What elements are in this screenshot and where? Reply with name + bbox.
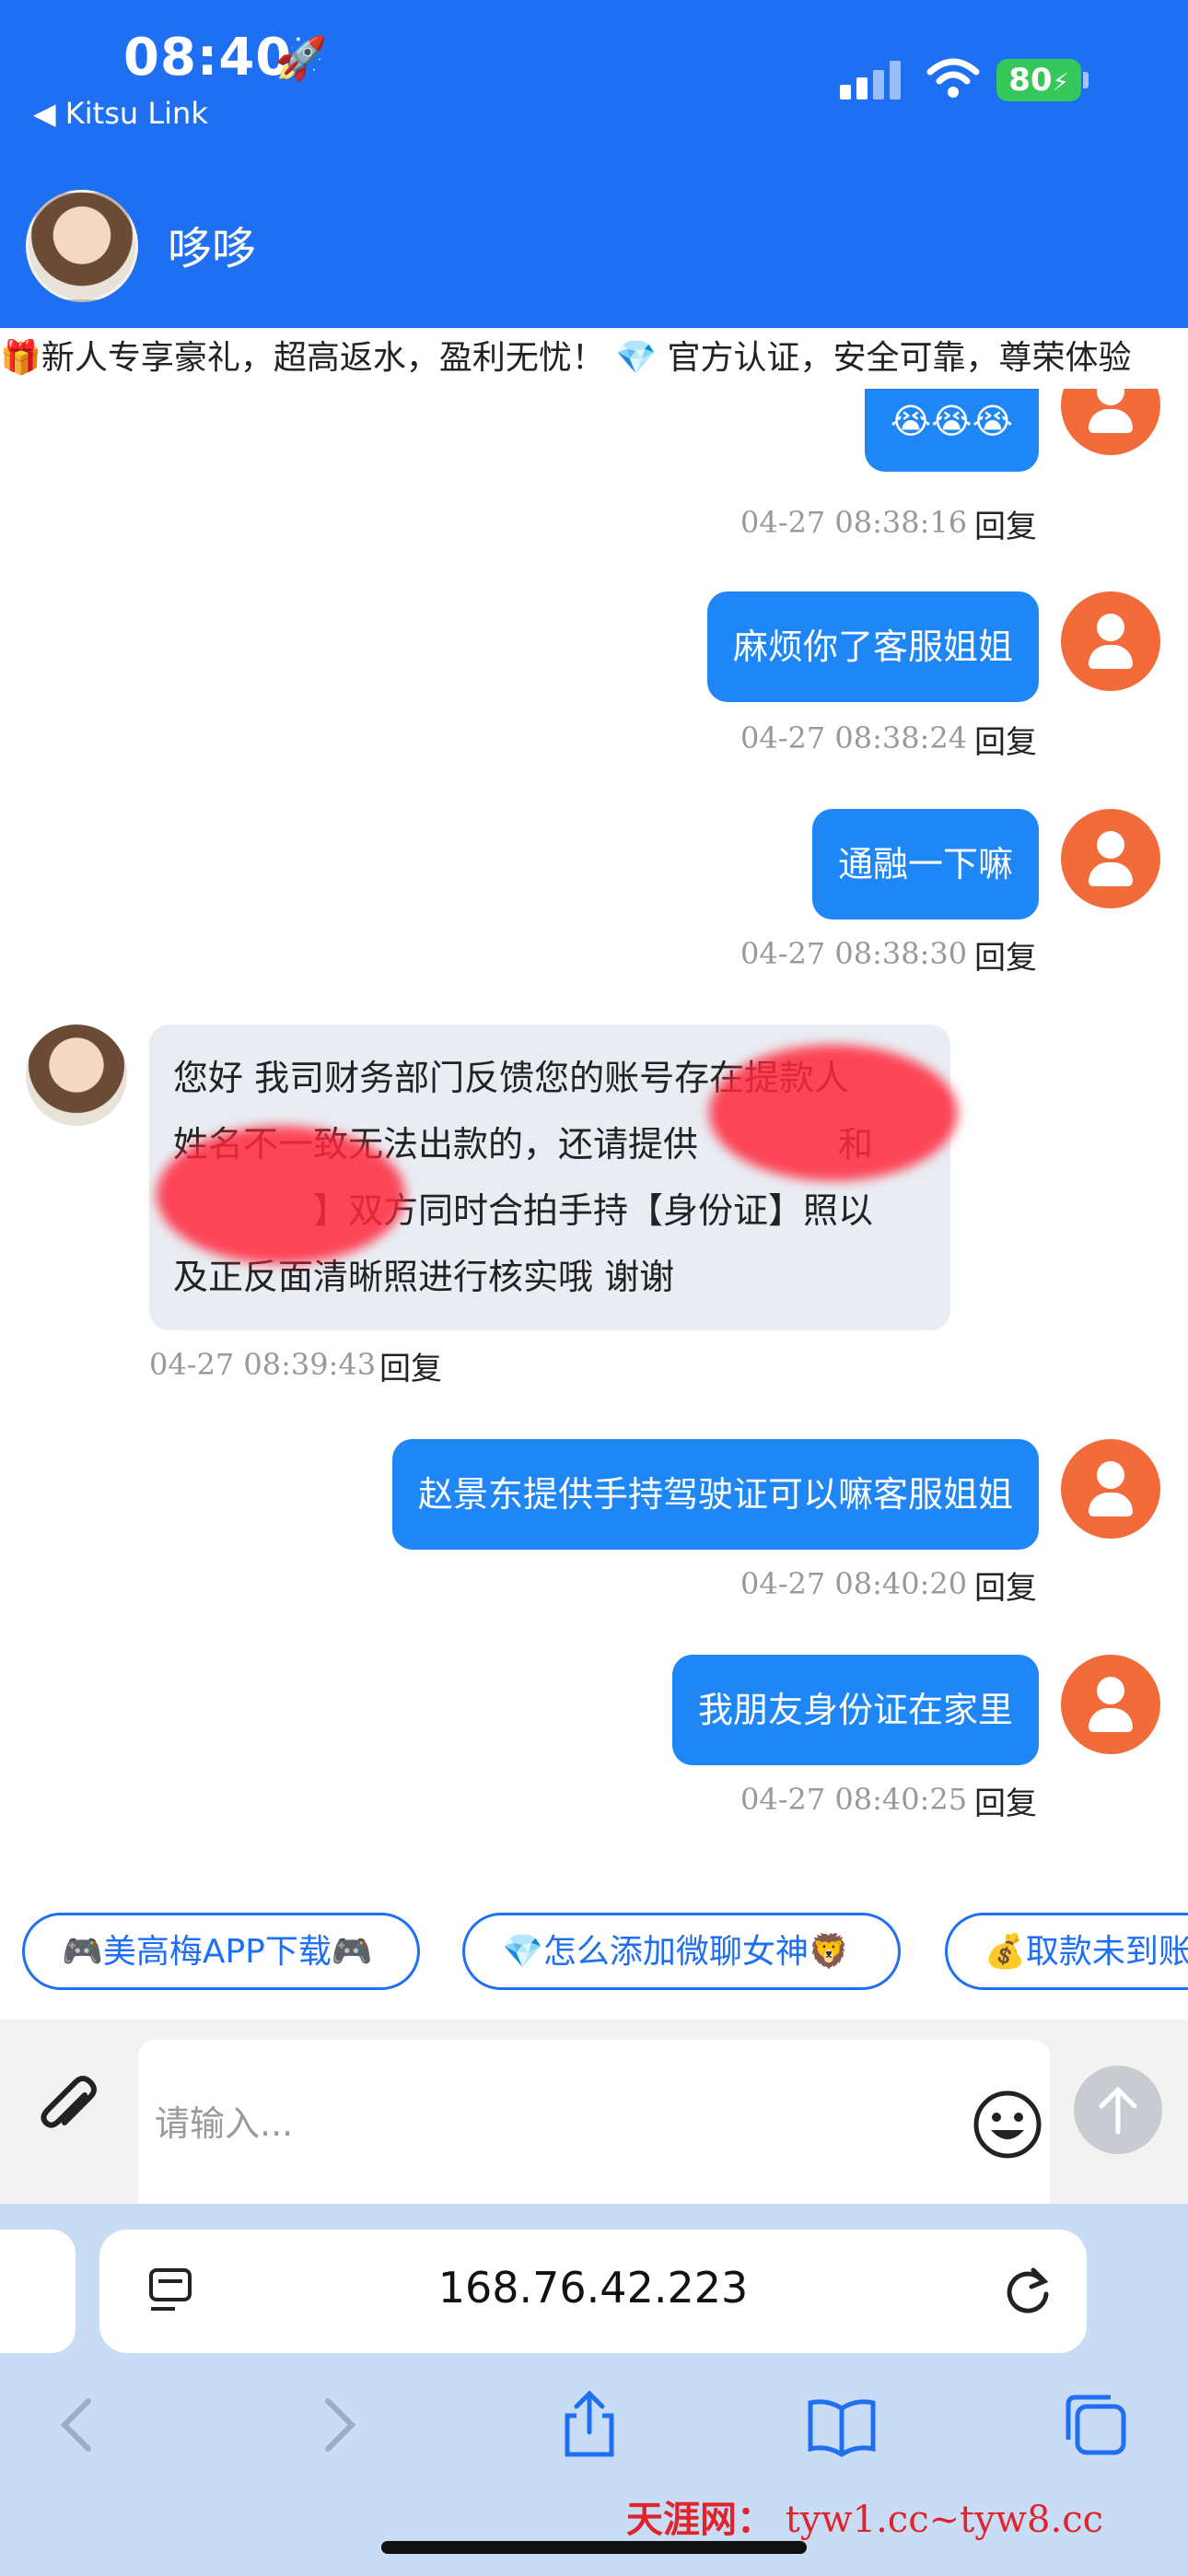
user-avatar-icon (1061, 389, 1160, 455)
message-composer (0, 2020, 1188, 2220)
message-text: 通融一下嘛 (837, 844, 1013, 884)
home-indicator[interactable] (381, 2541, 807, 2554)
watermark: 天涯网： tyw1.cc~tyw8.cc (626, 2489, 1103, 2543)
message-text: 麻烦你了客服姐姐 (732, 626, 1013, 667)
charging-bolt-icon: ⚡ (1052, 69, 1069, 97)
message-input-box[interactable] (138, 2040, 1050, 2220)
back-to-app-link[interactable]: ◀ Kitsu Link (33, 96, 208, 131)
back-arrow-icon[interactable] (42, 2388, 116, 2462)
attachment-icon[interactable] (33, 2071, 107, 2145)
arrow-up-icon (1099, 2086, 1137, 2135)
reply-link[interactable]: 回复 (974, 501, 1037, 546)
message-timestamp: 04-27 08:38:16 (740, 505, 968, 540)
message-timestamp: 04-27 08:40:25 (740, 1782, 968, 1817)
rocket-icon: 🚀 (274, 33, 328, 83)
message-bubble-outgoing[interactable]: 赵景东提供手持驾驶证可以嘛客服姐姐 (391, 1439, 1039, 1550)
message-bubble-outgoing[interactable]: 我朋友身份证在家里 (671, 1655, 1039, 1765)
user-avatar-icon (1061, 809, 1160, 908)
emoji-icon[interactable] (971, 2088, 1044, 2161)
message-text: 我朋友身份证在家里 (697, 1690, 1013, 1730)
announcement-text: 🎁新人专享豪礼，超高返水，盈利无忧！ 💎 官方认证，安全可靠，尊荣体验 (0, 339, 1132, 377)
tabs-icon[interactable] (1059, 2388, 1133, 2462)
quick-reply-chip[interactable]: 💎怎么添加微聊女神🦁 (462, 1913, 901, 1990)
status-bar: 08:40 🚀 ◀ Kitsu Link 80⚡ (0, 0, 1188, 184)
cellular-signal-icon (840, 59, 906, 100)
reply-link[interactable]: 回复 (974, 1563, 1037, 1608)
message-text: 😭😭😭 (890, 401, 1013, 441)
quick-reply-chip[interactable]: 🎮美高梅APP下载🎮 (22, 1913, 420, 1990)
chat-message-list[interactable]: 😭😭😭 04-27 08:38:16 回复 麻烦你了客服姐姐 04-27 08:… (0, 389, 1188, 1881)
previous-tab-peek[interactable] (0, 2230, 76, 2353)
reply-link[interactable]: 回复 (974, 1778, 1037, 1823)
address-bar[interactable]: 168.76.42.223 (99, 2230, 1087, 2353)
reply-link[interactable]: 回复 (974, 932, 1037, 978)
share-icon[interactable] (553, 2388, 626, 2462)
redaction-scribble (157, 1126, 405, 1264)
message-timestamp: 04-27 08:39:43 (149, 1347, 377, 1382)
quick-reply-chip[interactable]: 💰取款未到账 (945, 1913, 1188, 1990)
reply-link[interactable]: 回复 (974, 717, 1037, 762)
redaction-scribble (709, 1045, 958, 1181)
message-timestamp: 04-27 08:38:24 (740, 720, 968, 755)
message-bubble-outgoing[interactable]: 通融一下嘛 (811, 809, 1039, 919)
message-bubble-outgoing[interactable]: 麻烦你了客服姐姐 (706, 591, 1039, 702)
clock: 08:40 (123, 28, 293, 88)
quick-reply-bar[interactable]: 🎮美高梅APP下载🎮 💎怎么添加微聊女神🦁 💰取款未到账 (0, 1881, 1188, 2020)
url-text: 168.76.42.223 (437, 2263, 749, 2313)
wifi-icon (926, 58, 980, 98)
reply-link[interactable]: 回复 (379, 1343, 442, 1388)
agent-avatar[interactable] (26, 1025, 127, 1126)
user-avatar-icon (1061, 591, 1160, 691)
forward-arrow-icon[interactable] (300, 2388, 374, 2462)
message-timestamp: 04-27 08:38:30 (740, 936, 968, 971)
message-timestamp: 04-27 08:40:20 (740, 1566, 968, 1601)
chat-header: 哆哆 (0, 184, 1188, 328)
contact-name: 哆哆 (168, 223, 257, 275)
watermark-name: 天涯网： (626, 2499, 774, 2541)
reload-icon[interactable] (1000, 2263, 1055, 2318)
message-text: 赵景东提供手持驾驶证可以嘛客服姐姐 (417, 1474, 1013, 1515)
announcement-marquee: 🎁新人专享豪礼，超高返水，盈利无忧！ 💎 官方认证，安全可靠，尊荣体验 (0, 328, 1188, 390)
message-bubble-outgoing[interactable]: 😭😭😭 (864, 389, 1039, 472)
battery-cap (1083, 72, 1089, 88)
battery-indicator: 80⚡ (996, 59, 1081, 101)
user-avatar-icon (1061, 1655, 1160, 1754)
contact-avatar[interactable] (26, 190, 138, 302)
message-input[interactable] (153, 2086, 893, 2161)
watermark-url: tyw1.cc~tyw8.cc (785, 2499, 1103, 2541)
user-avatar-icon (1061, 1439, 1160, 1539)
battery-level: 80 (1008, 62, 1053, 99)
send-button[interactable] (1074, 2066, 1162, 2154)
bookmarks-icon[interactable] (805, 2388, 879, 2462)
